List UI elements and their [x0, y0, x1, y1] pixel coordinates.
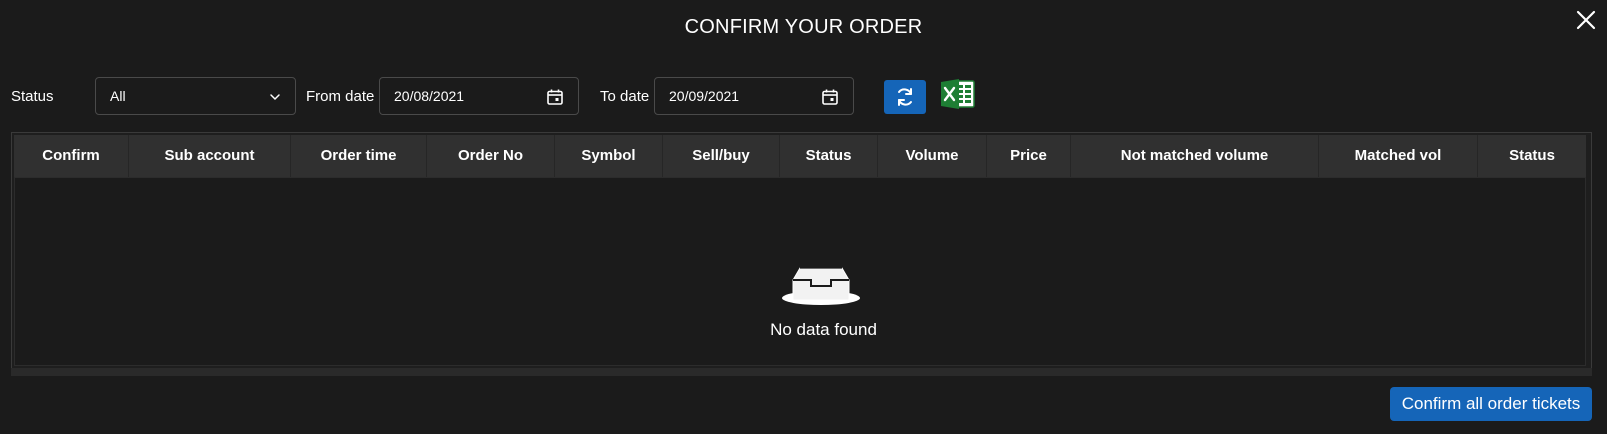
status-filter-label: Status — [11, 88, 54, 105]
column-header-order-time[interactable]: Order time — [291, 135, 427, 177]
column-header-order-status[interactable]: Status — [1478, 135, 1586, 177]
refresh-button[interactable] — [884, 80, 926, 114]
column-header-not-matched-volume[interactable]: Not matched volume — [1071, 135, 1319, 177]
status-select-value: All — [110, 88, 126, 104]
confirm-order-dialog: CONFIRM YOUR ORDER Status All From date … — [0, 0, 1607, 434]
empty-inbox-icon — [781, 260, 861, 308]
refresh-icon — [898, 88, 912, 106]
close-icon[interactable] — [1574, 8, 1598, 32]
column-header-order-no[interactable]: Order No — [427, 135, 555, 177]
column-header-status[interactable]: Status — [780, 135, 878, 177]
to-date-value: 20/09/2021 — [669, 88, 740, 104]
table-header: Confirm Sub account Order time Order No … — [14, 135, 1586, 177]
column-header-sell-buy[interactable]: Sell/buy — [663, 135, 780, 177]
column-header-price[interactable]: Price — [987, 135, 1071, 177]
to-date-input[interactable]: 20/09/2021 — [654, 77, 854, 115]
column-header-volume[interactable]: Volume — [878, 135, 987, 177]
horizontal-scrollbar[interactable] — [11, 368, 1592, 376]
calendar-icon[interactable] — [821, 88, 839, 106]
chevron-down-icon — [267, 89, 285, 107]
to-date-label: To date — [600, 88, 650, 105]
column-header-confirm[interactable]: Confirm — [14, 135, 129, 177]
column-header-matched-vol[interactable]: Matched vol — [1319, 135, 1478, 177]
dialog-title: CONFIRM YOUR ORDER — [684, 16, 923, 38]
excel-export-icon[interactable] — [940, 78, 976, 110]
from-date-input[interactable]: 20/08/2021 — [379, 77, 579, 115]
column-header-sub-account[interactable]: Sub account — [129, 135, 291, 177]
from-date-label: From date — [306, 88, 375, 105]
confirm-all-button[interactable]: Confirm all order tickets — [1390, 387, 1592, 421]
calendar-icon[interactable] — [546, 88, 564, 106]
empty-state-text: No data found — [770, 320, 877, 339]
from-date-value: 20/08/2021 — [394, 88, 465, 104]
status-select[interactable]: All — [95, 77, 296, 115]
column-header-symbol[interactable]: Symbol — [555, 135, 663, 177]
